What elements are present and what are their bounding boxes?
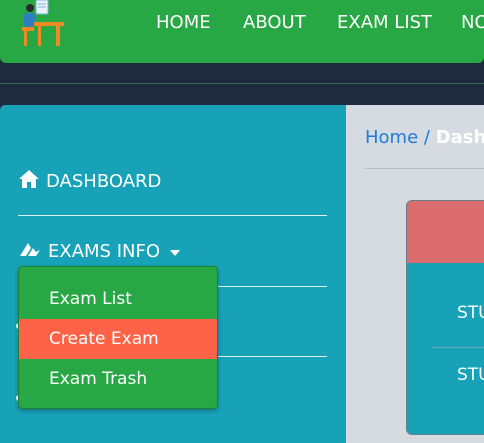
- nav-home[interactable]: HOME: [156, 12, 211, 34]
- menu-item-create-exam[interactable]: Create Exam: [19, 319, 217, 359]
- menu-item-exam-list[interactable]: Exam List: [19, 279, 217, 319]
- header-spacer: [0, 63, 484, 105]
- home-icon: [18, 169, 40, 194]
- main-content: Home / Dash STU STU: [346, 105, 484, 443]
- card-divider: [432, 347, 484, 348]
- sidebar-item-dashboard[interactable]: DASHBOARD: [18, 169, 161, 194]
- caret-down-icon: [170, 249, 180, 256]
- nav-notice[interactable]: NO: [461, 12, 484, 34]
- breadcrumb-separator: /: [423, 127, 430, 148]
- divider: [365, 168, 484, 169]
- exams-info-dropdown: Exam List Create Exam Exam Trash: [18, 266, 218, 409]
- card-header: [407, 201, 484, 263]
- top-navbar: HOME ABOUT EXAM LIST NO: [0, 0, 484, 63]
- breadcrumb-home[interactable]: Home: [365, 127, 418, 148]
- sidebar-item-label: EXAMS INFO: [48, 241, 160, 262]
- sidebar-divider: [18, 215, 327, 216]
- card-row-label: STU: [457, 365, 484, 385]
- divider: [0, 83, 484, 84]
- nav-about[interactable]: ABOUT: [243, 12, 306, 34]
- nav-exam-list[interactable]: EXAM LIST: [337, 12, 432, 34]
- breadcrumb: Home / Dash: [365, 127, 484, 148]
- menu-item-exam-trash[interactable]: Exam Trash: [19, 359, 217, 399]
- exams-icon: [18, 240, 42, 263]
- card-row-label: STU: [457, 303, 484, 323]
- stat-card: STU STU: [406, 200, 484, 435]
- sidebar-item-exams-info[interactable]: EXAMS INFO: [18, 240, 180, 263]
- sidebar-item-label: DASHBOARD: [46, 171, 162, 192]
- breadcrumb-current: Dash: [435, 127, 484, 148]
- logo-icon[interactable]: [18, 0, 68, 48]
